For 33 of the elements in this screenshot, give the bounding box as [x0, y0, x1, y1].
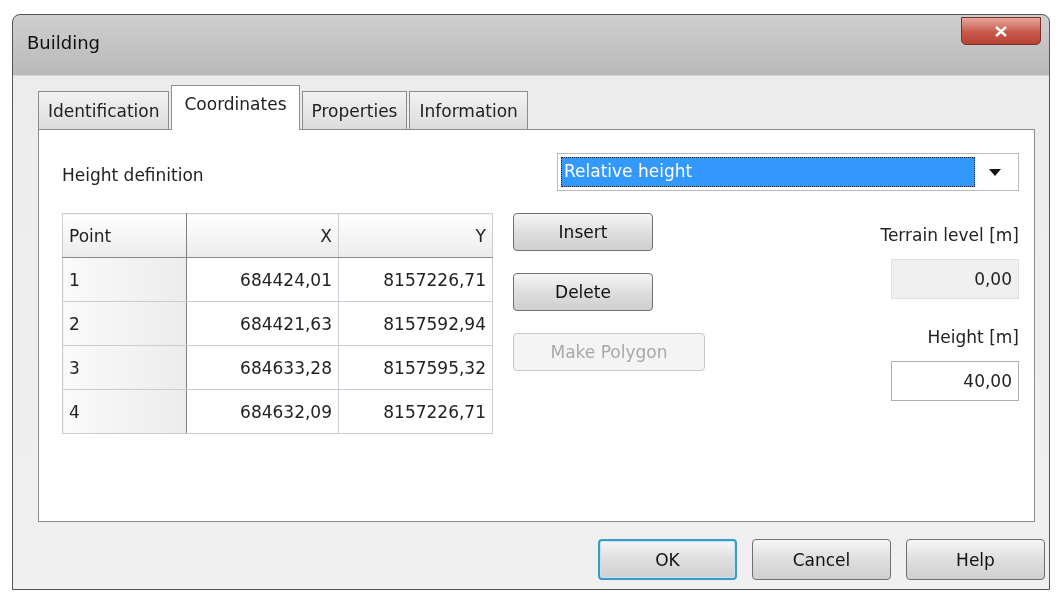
table-cell: 8157595,32: [338, 345, 493, 390]
table-cell: 684424,01: [186, 257, 339, 302]
window-title: Building: [27, 32, 101, 53]
close-icon: [995, 25, 1007, 37]
table-cell: 1: [62, 257, 187, 302]
close-button[interactable]: [961, 17, 1041, 45]
dropdown-value: Relative height: [561, 157, 975, 187]
tab[interactable]: Information: [409, 91, 528, 129]
table-cell: 3: [62, 345, 187, 390]
table-cell: 8157226,71: [338, 257, 493, 302]
table-cell: 684632,09: [186, 389, 339, 434]
field-label: Height definition: [62, 165, 204, 185]
dialog-button[interactable]: Help: [906, 539, 1045, 580]
table-cell: 8157592,94: [338, 301, 493, 346]
tab[interactable]: Coordinates: [171, 85, 300, 130]
tab[interactable]: Identification: [38, 91, 170, 129]
height-field[interactable]: 40,00: [891, 361, 1019, 401]
action-button[interactable]: Delete: [513, 273, 653, 311]
table-cell: 684633,28: [186, 345, 339, 390]
tab[interactable]: Properties: [301, 91, 408, 129]
column-header: Point: [62, 213, 187, 258]
column-header: Y: [338, 213, 493, 258]
field-label: Terrain level [m]: [880, 225, 1019, 245]
column-header: X: [186, 213, 339, 258]
table-cell: 2: [62, 301, 187, 346]
table-cell: 4: [62, 389, 187, 434]
dropdown-arrow-icon: [989, 168, 1001, 176]
action-button[interactable]: Insert: [513, 213, 653, 251]
table-cell: 684421,63: [186, 301, 339, 346]
field-label: Height [m]: [927, 327, 1019, 347]
dialog-button[interactable]: OK: [598, 539, 737, 580]
table-cell: 8157226,71: [338, 389, 493, 434]
dialog-button[interactable]: Cancel: [752, 539, 891, 580]
